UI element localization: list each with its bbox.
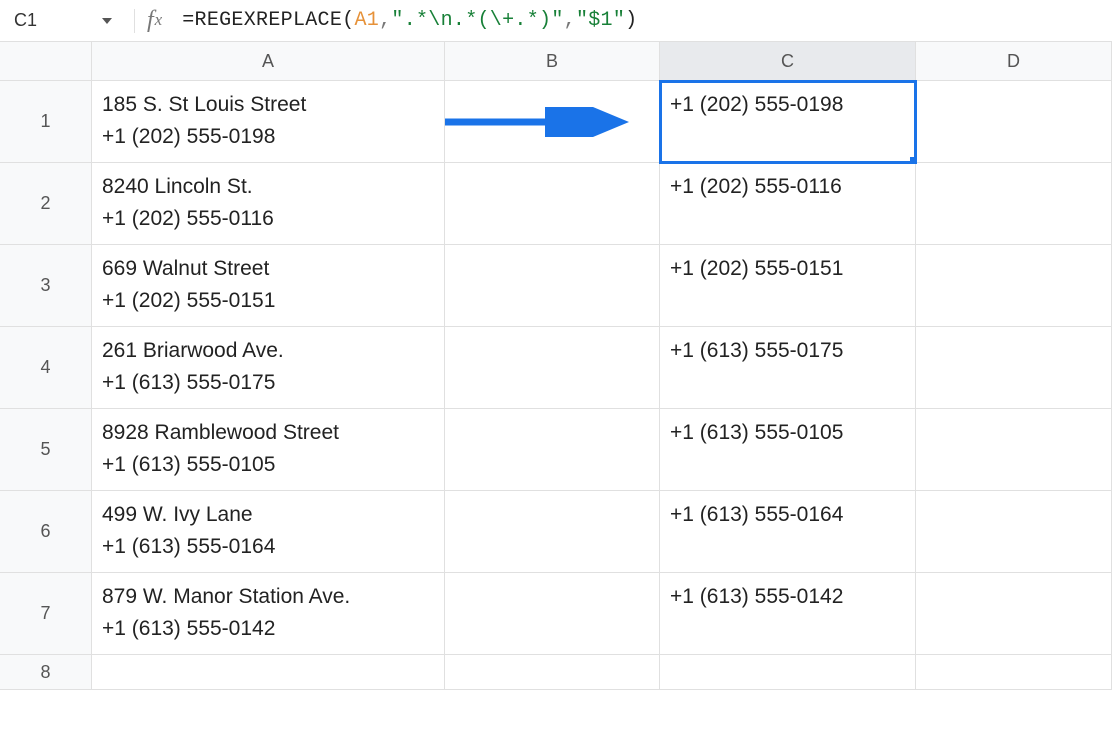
col-header[interactable]: B: [445, 42, 660, 81]
col-headers: A B C D: [92, 42, 1112, 81]
cell-B1[interactable]: [445, 81, 660, 163]
cell-value: +1 (202) 555-0198: [670, 89, 905, 121]
table-row: 669 Walnut Street +1 (202) 555-0151 +1 (…: [92, 245, 1112, 327]
cell-D6[interactable]: [916, 491, 1112, 573]
grid: A B C D 185 S. St Louis Street +1 (202) …: [92, 42, 1112, 742]
row-header[interactable]: 6: [0, 491, 92, 573]
cell-C3[interactable]: +1 (202) 555-0151: [660, 245, 916, 327]
cell-A2[interactable]: 8240 Lincoln St. +1 (202) 555-0116: [92, 163, 445, 245]
formula-eq: =: [182, 9, 194, 32]
fill-handle[interactable]: [910, 157, 916, 163]
name-box-dropdown[interactable]: [92, 18, 122, 24]
cell-C2[interactable]: +1 (202) 555-0116: [660, 163, 916, 245]
cell-B6[interactable]: [445, 491, 660, 573]
table-row: 499 W. Ivy Lane +1 (613) 555-0164 +1 (61…: [92, 491, 1112, 573]
cell-A7[interactable]: 879 W. Manor Station Ave. +1 (613) 555-0…: [92, 573, 445, 655]
col-header[interactable]: C: [660, 42, 916, 81]
cell-B7[interactable]: [445, 573, 660, 655]
table-row: 8928 Ramblewood Street +1 (613) 555-0105…: [92, 409, 1112, 491]
cell-D8[interactable]: [916, 655, 1112, 690]
cell-A8[interactable]: [92, 655, 445, 690]
cell-D2[interactable]: [916, 163, 1112, 245]
divider: [134, 9, 135, 33]
chevron-down-icon: [102, 18, 112, 24]
cell-A4[interactable]: 261 Briarwood Ave. +1 (613) 555-0175: [92, 327, 445, 409]
cell-C1[interactable]: +1 (202) 555-0198: [660, 81, 916, 163]
formula-bar: fx =REGEXREPLACE(A1,".*\n.*(\+.*)","$1"): [0, 0, 1112, 42]
formula-comma: ,: [564, 9, 576, 32]
cell-D1[interactable]: [916, 81, 1112, 163]
cell-C7[interactable]: +1 (613) 555-0142: [660, 573, 916, 655]
formula-func: REGEXREPLACE: [195, 9, 343, 32]
cell-D7[interactable]: [916, 573, 1112, 655]
cell-B5[interactable]: [445, 409, 660, 491]
table-row: [92, 655, 1112, 690]
cell-A3[interactable]: 669 Walnut Street +1 (202) 555-0151: [92, 245, 445, 327]
name-box[interactable]: [0, 10, 92, 31]
formula-str2: "$1": [576, 9, 625, 32]
spreadsheet: 1 2 3 4 5 6 7 8 A B C D 185 S. St Louis …: [0, 42, 1112, 742]
formula-ref: A1: [354, 9, 379, 32]
row-header[interactable]: 3: [0, 245, 92, 327]
arrow-icon: [445, 107, 645, 137]
row-header[interactable]: 7: [0, 573, 92, 655]
row-header[interactable]: 5: [0, 409, 92, 491]
row-header[interactable]: 8: [0, 655, 92, 690]
cell-D3[interactable]: [916, 245, 1112, 327]
cell-B3[interactable]: [445, 245, 660, 327]
row-headers: 1 2 3 4 5 6 7 8: [0, 42, 92, 742]
cell-C4[interactable]: +1 (613) 555-0175: [660, 327, 916, 409]
formula-close: ): [625, 9, 637, 32]
formula-comma: ,: [379, 9, 391, 32]
table-row: 879 W. Manor Station Ave. +1 (613) 555-0…: [92, 573, 1112, 655]
cell-B8[interactable]: [445, 655, 660, 690]
cell-A5[interactable]: 8928 Ramblewood Street +1 (613) 555-0105: [92, 409, 445, 491]
col-header[interactable]: D: [916, 42, 1112, 81]
formula-str1: ".*\n.*(\+.*)": [391, 9, 563, 32]
col-header[interactable]: A: [92, 42, 445, 81]
row-header[interactable]: 2: [0, 163, 92, 245]
cell-C8[interactable]: [660, 655, 916, 690]
select-all-corner[interactable]: [0, 42, 92, 81]
cell-C5[interactable]: +1 (613) 555-0105: [660, 409, 916, 491]
fx-icon: fx: [147, 7, 182, 34]
cell-A1[interactable]: 185 S. St Louis Street +1 (202) 555-0198: [92, 81, 445, 163]
row-header[interactable]: 4: [0, 327, 92, 409]
cell-C6[interactable]: +1 (613) 555-0164: [660, 491, 916, 573]
cell-D4[interactable]: [916, 327, 1112, 409]
formula-open: (: [342, 9, 354, 32]
cell-D5[interactable]: [916, 409, 1112, 491]
row-header[interactable]: 1: [0, 81, 92, 163]
table-row: 261 Briarwood Ave. +1 (613) 555-0175 +1 …: [92, 327, 1112, 409]
cell-A6[interactable]: 499 W. Ivy Lane +1 (613) 555-0164: [92, 491, 445, 573]
table-row: 185 S. St Louis Street +1 (202) 555-0198…: [92, 81, 1112, 163]
cell-B2[interactable]: [445, 163, 660, 245]
table-row: 8240 Lincoln St. +1 (202) 555-0116 +1 (2…: [92, 163, 1112, 245]
cell-B4[interactable]: [445, 327, 660, 409]
formula-input[interactable]: =REGEXREPLACE(A1,".*\n.*(\+.*)","$1"): [182, 9, 1112, 32]
